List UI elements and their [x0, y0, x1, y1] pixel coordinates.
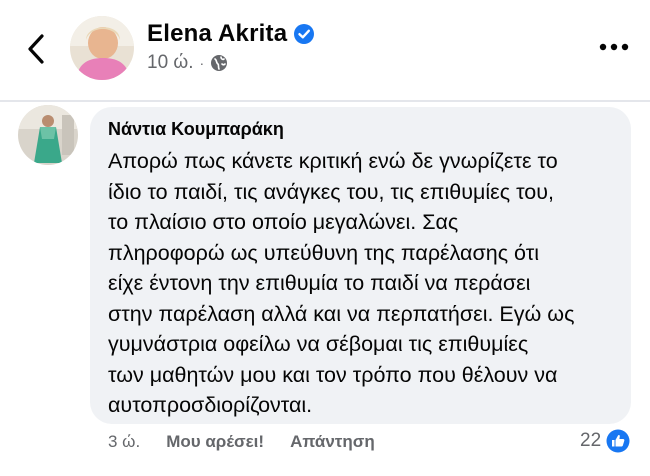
- comment-actions: 3 ώ. Μου αρέσει! Απάντηση: [108, 432, 375, 452]
- comment-line: είχε έντονη την επιθυμία το παιδί να περ…: [108, 271, 531, 295]
- reply-button[interactable]: Απάντηση: [290, 432, 375, 452]
- author-name-text[interactable]: Elena Akrita: [147, 20, 287, 48]
- more-dots-icon: [599, 43, 629, 51]
- comment-line: ίδιο το παιδί, τις ανάγκες του, τις επιθ…: [108, 179, 554, 204]
- reaction-summary[interactable]: 22: [580, 429, 630, 453]
- comment-time[interactable]: 3 ώ.: [108, 432, 140, 452]
- comment-line: πληροφορώ ως υπεύθυνη της παρέλασης ότι: [108, 240, 539, 265]
- comment-line: Απορώ πως κάνετε κριτική ενώ δε γνωρίζετ…: [108, 149, 558, 173]
- meta-separator: ·: [199, 55, 205, 71]
- comment-line: των μαθητών μου και τον τρόπο που θέλουν…: [108, 362, 558, 387]
- back-button[interactable]: [22, 32, 52, 66]
- comment-line: το πλαίσιο στο οποίο μεγαλώνει. Σας: [108, 210, 459, 234]
- author-avatar[interactable]: [70, 16, 134, 80]
- comment-author[interactable]: Νάντια Κουμπαράκη: [108, 119, 284, 140]
- comment-line: γυμνάστρια οφείλω να σέβομαι τις επιθυμί…: [108, 332, 529, 356]
- post-header: Elena Akrita 10 ώ. ·: [0, 0, 650, 100]
- author-name[interactable]: Elena Akrita: [147, 20, 315, 48]
- chevron-left-icon: [28, 34, 44, 64]
- header-divider: [0, 100, 650, 102]
- reaction-count: 22: [580, 430, 602, 451]
- verified-badge-icon: [293, 23, 315, 45]
- post-time[interactable]: 10 ώ.: [147, 52, 194, 74]
- commenter-avatar[interactable]: [18, 105, 78, 165]
- comment-line: αυτοπροσδιορίζονται.: [108, 393, 313, 417]
- globe-icon: [210, 54, 228, 72]
- like-button[interactable]: Μου αρέσει!: [166, 432, 264, 452]
- thumbs-up-icon: [606, 429, 630, 453]
- comment-text: Απορώ πως κάνετε κριτική ενώ δε γνωρίζετ…: [108, 146, 618, 421]
- more-options-button[interactable]: [598, 38, 630, 56]
- post-meta: 10 ώ. ·: [147, 52, 228, 74]
- comment-line: στην παρέλαση αλλά και να περπατήσει. Εγ…: [108, 301, 575, 326]
